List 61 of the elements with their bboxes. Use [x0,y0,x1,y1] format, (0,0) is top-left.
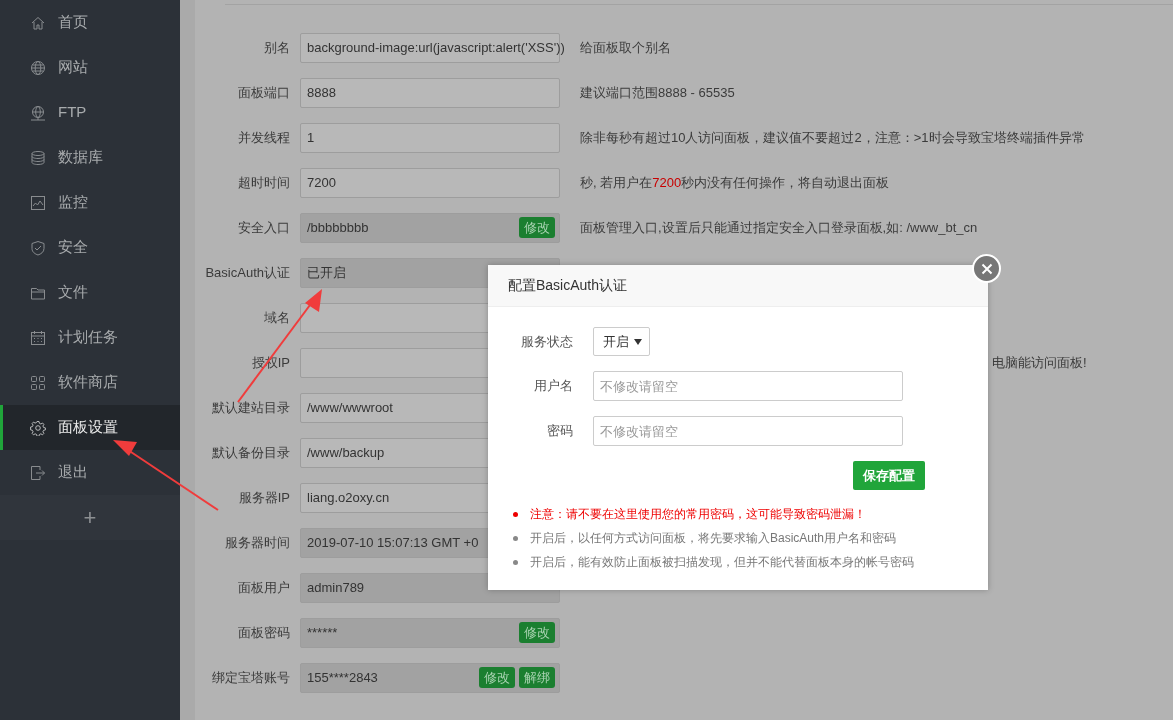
field-label: 服务器IP [237,488,291,507]
grid-icon [30,374,46,391]
input-field[interactable]: ****** 修改 [300,617,560,648]
field-label: 面板密码 [237,623,291,642]
edit-button[interactable]: 修改 [479,667,515,688]
field-label: 默认建站目录 [211,398,291,417]
sidebar-item[interactable]: 首页 [0,0,180,45]
field-label: 域名 [263,308,291,327]
gear-icon [30,419,46,436]
input-field[interactable]: 1 [300,122,560,153]
field-label: 安全入口 [237,218,291,237]
help-text: 面板管理入口,设置后只能通过指定安全入口登录面板,如: /www_bt_cn [580,218,978,237]
sidebar-item[interactable]: FTP [0,90,180,135]
globe-icon [30,59,46,76]
dialog-title: 配置BasicAuth认证 [488,265,988,307]
sidebar-item[interactable]: 退出 [0,450,180,495]
field-label: BasicAuth认证 [204,263,291,282]
shield-icon [30,239,46,256]
input-field[interactable]: 155****2843 修改 解绑 [300,662,560,693]
help-text: 电脑能访问面板! [992,353,1087,372]
select-field[interactable]: 开启 [593,327,650,356]
sidebar-item[interactable]: 数据库 [0,135,180,180]
exit-icon [30,464,46,481]
close-icon [980,262,993,275]
database-icon [30,149,46,166]
chart-icon [30,194,46,211]
help-text: 给面板取个别名 [580,38,671,57]
save-button[interactable]: 保存配置 [853,461,925,490]
field-label: 服务状态 [520,332,574,351]
field-label: 服务器时间 [224,533,291,552]
edit-button[interactable]: 修改 [519,622,555,643]
sidebar-item[interactable]: 文件 [0,270,180,315]
field-label: 默认备份目录 [211,443,291,462]
field-label: 面板端口 [237,83,291,102]
help-text: 秒, 若用户在7200秒内没有任何操作，将自动退出面板 [580,173,890,192]
edit-button[interactable]: 解绑 [519,667,555,688]
sidebar-item[interactable]: 面板设置 [0,405,180,450]
field-label: 绑定宝塔账号 [211,668,291,687]
input-field[interactable]: /bbbbbbbb 修改 [300,212,560,243]
sidebar-item[interactable]: 安全 [0,225,180,270]
input-field[interactable]: 8888 [300,77,560,108]
sidebar-item[interactable]: 计划任务 [0,315,180,360]
caret-icon [634,338,642,345]
edit-button[interactable]: 修改 [519,217,555,238]
field-label: 别名 [263,38,291,57]
help-text: 除非每秒有超过10人访问面板，建议值不要超过2，注意：>1时会导致宝塔终端插件异常 [580,128,1085,147]
sidebar-item[interactable]: 网站 [0,45,180,90]
sidebar-item[interactable]: 软件商店 [0,360,180,405]
input-field[interactable]: 不修改请留空 [593,416,903,446]
input-field[interactable]: 不修改请留空 [593,371,903,401]
calendar-icon [30,329,46,346]
field-label: 超时时间 [237,173,291,192]
add-button[interactable]: + [0,495,180,540]
help-text: 建议端口范围8888 - 65535 [580,83,735,102]
globe-icon [30,104,46,121]
home-icon [30,14,46,31]
field-label: 并发线程 [237,128,291,147]
close-button[interactable] [972,254,1001,283]
field-label: 面板用户 [237,578,291,597]
input-field[interactable]: 7200 [300,167,560,198]
sidebar-item[interactable]: 监控 [0,180,180,225]
